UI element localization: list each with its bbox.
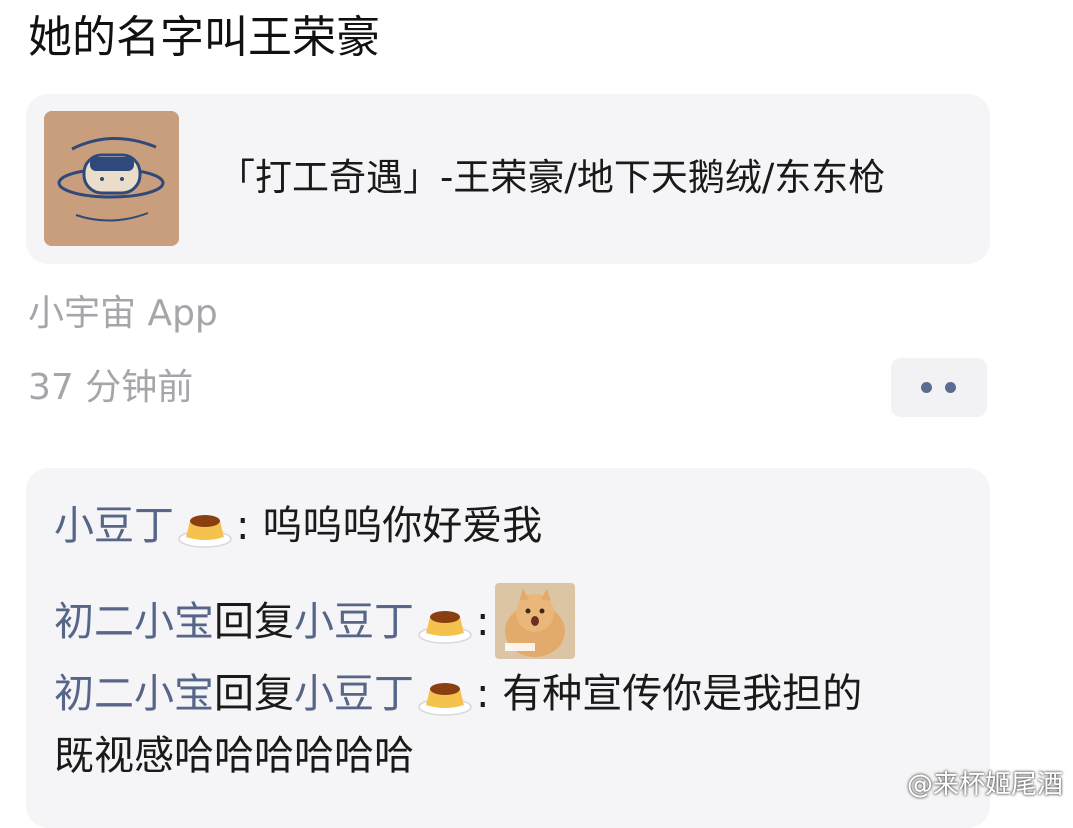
comment-text: 呜呜呜你好爱我 <box>262 503 543 549</box>
comment-separator: : <box>476 599 490 645</box>
more-dots-icon <box>945 382 956 393</box>
source-app-label[interactable]: 小宇宙 App <box>28 290 218 338</box>
reply-keyword: 回复 <box>214 599 294 645</box>
weibo-watermark: @来杯姬尾酒 <box>906 770 1063 800</box>
comment-item: 初二小宝回复小豆丁: 有种宣传你是我担的 <box>54 667 862 721</box>
reply-target-username[interactable]: 小豆丁 <box>294 671 414 717</box>
cat-sticker-image[interactable] <box>495 583 576 659</box>
podcast-episode-title: 「打工奇遇」-王荣豪/地下天鹅绒/东东枪 <box>218 156 886 199</box>
pudding-emoji-icon <box>416 597 474 645</box>
comment-item: 初二小宝回复小豆丁: <box>54 583 576 659</box>
comment-username[interactable]: 初二小宝 <box>54 599 214 645</box>
post-timestamp: 37 分钟前 <box>28 367 194 408</box>
pudding-emoji-icon <box>176 501 234 549</box>
pudding-emoji-icon <box>416 669 474 717</box>
comment-item: 小豆丁: 呜呜呜你好爱我 <box>54 499 542 553</box>
comment-username[interactable]: 小豆丁 <box>54 503 174 549</box>
podcast-cover-image <box>44 111 179 246</box>
comment-text: 有种宣传你是我担的 <box>502 671 863 717</box>
comments-panel: 小豆丁: 呜呜呜你好爱我 初二小宝回复小豆丁: 初二小宝回复小豆丁: 有种宣传你… <box>26 468 990 828</box>
more-dots-icon <box>921 382 932 393</box>
comment-separator: : <box>476 671 503 717</box>
more-options-button[interactable] <box>891 358 987 417</box>
reply-target-username[interactable]: 小豆丁 <box>294 599 414 645</box>
music-card[interactable]: 「打工奇遇」-王荣豪/地下天鹅绒/东东枪 <box>26 94 990 264</box>
reply-keyword: 回复 <box>214 671 294 717</box>
comment-username[interactable]: 初二小宝 <box>54 671 214 717</box>
comment-separator: : <box>236 503 263 549</box>
comment-text-continued: 既视感哈哈哈哈哈哈 <box>54 733 414 779</box>
post-text: 她的名字叫王荣豪 <box>28 12 380 63</box>
